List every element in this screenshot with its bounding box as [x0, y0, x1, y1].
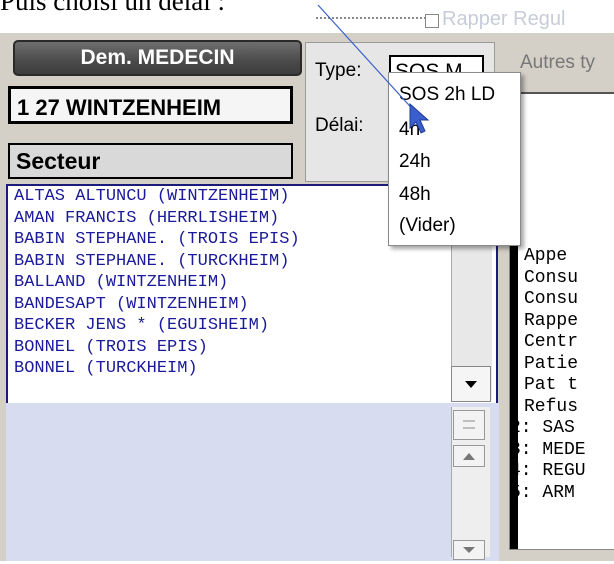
mouse-pointer-icon — [409, 102, 430, 134]
annotation-line — [317, 4, 418, 115]
pointer-annotation — [317, 4, 430, 134]
